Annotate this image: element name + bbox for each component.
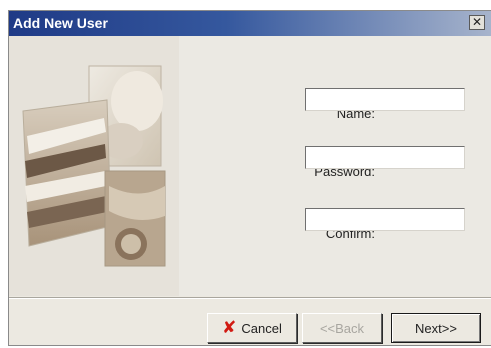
dialog-title: Add New User (13, 15, 108, 31)
close-icon: ✕ (471, 15, 483, 29)
back-button-label: <<Back (319, 320, 365, 336)
name-input[interactable] (305, 88, 465, 111)
add-user-dialog: Add New User ✕ Name: Password: Confirm: … (8, 10, 491, 346)
red-x-icon: ✘ (222, 318, 237, 338)
title-bar[interactable]: Add New User ✕ (9, 11, 491, 36)
next-button-label: Next>> (415, 320, 457, 336)
confirm-password-input[interactable] (305, 208, 465, 231)
password-input[interactable] (305, 146, 465, 169)
wizard-side-illustration (9, 36, 179, 296)
footer-divider (9, 297, 491, 299)
cancel-button-label: Cancel (241, 320, 282, 336)
close-button[interactable]: ✕ (469, 15, 485, 30)
next-button[interactable]: Next>> (391, 313, 481, 343)
sepia-collage-image (9, 36, 179, 296)
cancel-button[interactable]: ✘ Cancel (207, 313, 297, 343)
back-button[interactable]: <<Back (302, 313, 382, 343)
